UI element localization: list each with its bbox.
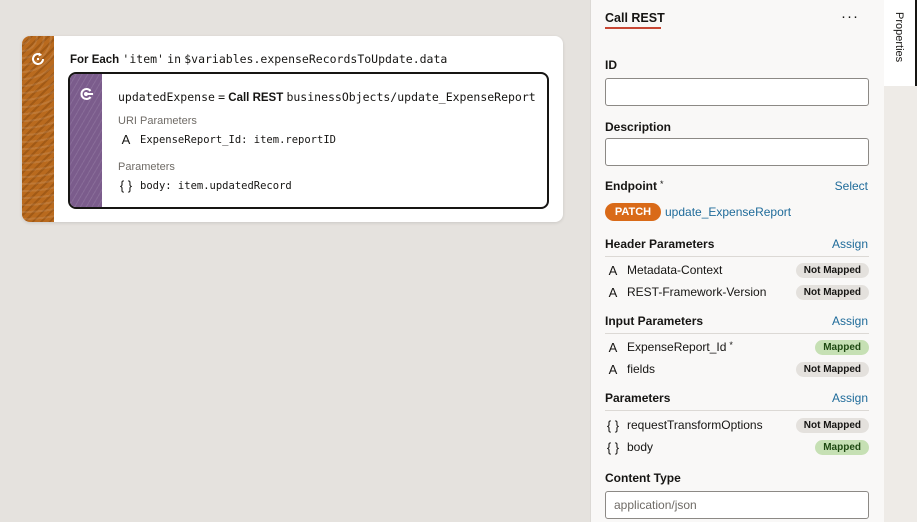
action-name: Call REST bbox=[228, 92, 284, 104]
required-indicator: * bbox=[659, 179, 664, 189]
parameters-label: Parameters bbox=[605, 391, 671, 405]
assign-equals: = bbox=[218, 90, 226, 104]
required-indicator: * bbox=[729, 340, 733, 350]
loop-icon bbox=[32, 52, 44, 65]
endpoint-label: Endpoint * bbox=[605, 179, 664, 193]
divider bbox=[605, 333, 869, 334]
input-param-row[interactable]: A ExpenseReport_Id * Mapped bbox=[605, 337, 869, 357]
for-each-action-card[interactable]: For Each 'item' in $variables.expenseRec… bbox=[22, 36, 563, 222]
description-label: Description bbox=[605, 120, 672, 134]
status-badge: Not Mapped bbox=[795, 417, 869, 433]
divider bbox=[605, 410, 869, 411]
id-input[interactable] bbox=[605, 78, 869, 106]
header-parameters-assign-link[interactable]: Assign bbox=[832, 237, 868, 251]
object-type-icon: { } bbox=[119, 178, 133, 193]
param-name-text: ExpenseReport_Id bbox=[627, 340, 727, 354]
for-each-keyword: For Each bbox=[70, 54, 120, 66]
input-parameters-label: Input Parameters bbox=[605, 314, 704, 328]
string-type-icon: A bbox=[608, 361, 618, 377]
parameter-row: { } body: item.updatedRecord bbox=[118, 178, 292, 193]
parameter-text: body: item.updatedRecord bbox=[140, 179, 292, 192]
for-each-source: $variables.expenseRecordsToUpdate.data bbox=[184, 52, 448, 66]
header-param-row[interactable]: A REST-Framework-Version Not Mapped bbox=[605, 282, 869, 302]
string-type-icon: A bbox=[608, 339, 618, 355]
content-type-input[interactable]: application/json bbox=[605, 491, 869, 519]
header-parameters-label: Header Parameters bbox=[605, 237, 715, 251]
for-each-item: 'item' bbox=[122, 52, 164, 66]
properties-title: Call REST bbox=[605, 11, 665, 25]
param-name: fields bbox=[627, 362, 656, 376]
uri-parameter-text: ExpenseReport_Id: item.reportID bbox=[140, 133, 336, 146]
parameters-assign-link[interactable]: Assign bbox=[832, 391, 868, 405]
tab-properties[interactable]: Properties bbox=[884, 0, 917, 86]
uri-parameter-row: A ExpenseReport_Id: item.reportID bbox=[118, 132, 336, 147]
endpoint-path: businessObjects/update_ExpenseReport bbox=[286, 90, 536, 104]
object-type-icon: { } bbox=[606, 417, 620, 433]
status-badge: Mapped bbox=[815, 439, 869, 455]
param-name: REST-Framework-Version bbox=[627, 285, 767, 299]
side-tab-bar: Properties bbox=[884, 0, 917, 522]
param-name: Metadata-Context bbox=[627, 263, 723, 277]
param-row[interactable]: { } body Mapped bbox=[605, 437, 869, 457]
status-badge: Mapped bbox=[815, 339, 869, 355]
input-param-row[interactable]: A fields Not Mapped bbox=[605, 359, 869, 379]
param-name: ExpenseReport_Id * bbox=[627, 340, 815, 354]
header-param-row[interactable]: A Metadata-Context Not Mapped bbox=[605, 260, 869, 280]
endpoint-name-link[interactable]: update_ExpenseReport bbox=[665, 205, 791, 219]
param-name: body bbox=[627, 440, 654, 454]
call-rest-summary: updatedExpense = Call REST businessObjec… bbox=[118, 90, 536, 104]
http-method-badge: PATCH bbox=[605, 203, 661, 221]
endpoint-select-link[interactable]: Select bbox=[835, 179, 868, 193]
id-label: ID bbox=[605, 58, 617, 72]
param-name: requestTransformOptions bbox=[627, 418, 763, 432]
properties-panel: Call REST ··· ID Description Endpoint * S… bbox=[590, 0, 884, 522]
status-badge: Not Mapped bbox=[795, 262, 869, 278]
string-type-icon: A bbox=[121, 132, 131, 147]
more-options-icon[interactable]: ··· bbox=[841, 8, 859, 25]
string-type-icon: A bbox=[608, 284, 618, 300]
uri-parameters-heading: URI Parameters bbox=[118, 115, 197, 127]
status-badge: Not Mapped bbox=[795, 361, 869, 377]
divider bbox=[605, 256, 869, 257]
call-rest-action-card[interactable]: updatedExpense = Call REST businessObjec… bbox=[68, 72, 549, 209]
object-type-icon: { } bbox=[606, 439, 620, 455]
for-each-strip bbox=[22, 36, 54, 222]
tab-properties-label: Properties bbox=[893, 12, 905, 63]
string-type-icon: A bbox=[608, 262, 618, 278]
assign-variable: updatedExpense bbox=[118, 90, 215, 104]
call-rest-strip bbox=[70, 74, 102, 207]
for-each-in: in bbox=[167, 52, 182, 66]
call-rest-icon bbox=[80, 88, 93, 100]
endpoint-label-text: Endpoint bbox=[605, 179, 657, 193]
action-chain-canvas[interactable]: For Each 'item' in $variables.expenseRec… bbox=[0, 0, 590, 522]
content-type-label: Content Type bbox=[605, 471, 681, 485]
input-parameters-assign-link[interactable]: Assign bbox=[832, 314, 868, 328]
title-underline bbox=[605, 27, 661, 29]
description-input[interactable] bbox=[605, 138, 869, 166]
status-badge: Not Mapped bbox=[795, 284, 869, 300]
for-each-header: For Each 'item' in $variables.expenseRec… bbox=[70, 52, 447, 66]
parameters-heading: Parameters bbox=[118, 161, 175, 173]
param-row[interactable]: { } requestTransformOptions Not Mapped bbox=[605, 415, 869, 435]
